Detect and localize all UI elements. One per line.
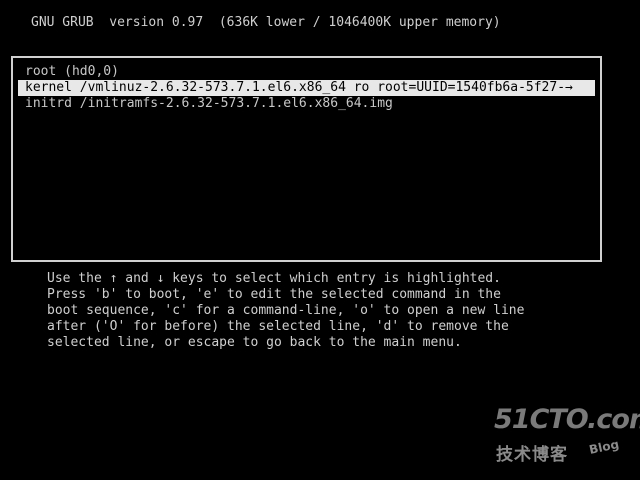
watermark: 51CTO.com 技术博客 Blog xyxy=(494,404,640,466)
help-line: boot sequence, 'c' for a command-line, '… xyxy=(47,303,525,318)
entry-initrd[interactable]: initrd /initramfs-2.6.32-573.7.1.el6.x86… xyxy=(18,96,595,112)
watermark-logo: 51CTO.com xyxy=(494,404,640,435)
help-line: Use the ↑ and ↓ keys to select which ent… xyxy=(47,271,501,286)
entry-kernel[interactable]: kernel /vmlinuz-2.6.32-573.7.1.el6.x86_6… xyxy=(18,80,595,96)
grub-header-title: GNU GRUB version 0.97 (636K lower / 1046… xyxy=(31,15,501,30)
help-text: Use the ↑ and ↓ keys to select which ent… xyxy=(47,271,524,351)
entry-root[interactable]: root (hd0,0) xyxy=(18,64,595,80)
boot-entry-list: root (hd0,0) kernel /vmlinuz-2.6.32-573.… xyxy=(11,56,602,262)
help-line: selected line, or escape to go back to t… xyxy=(47,335,462,350)
watermark-blog: Blog xyxy=(587,437,621,457)
watermark-subtitle: 技术博客 xyxy=(496,445,568,465)
help-line: Press 'b' to boot, 'e' to edit the selec… xyxy=(47,287,501,302)
help-line: after ('O' for before) the selected line… xyxy=(47,319,509,334)
